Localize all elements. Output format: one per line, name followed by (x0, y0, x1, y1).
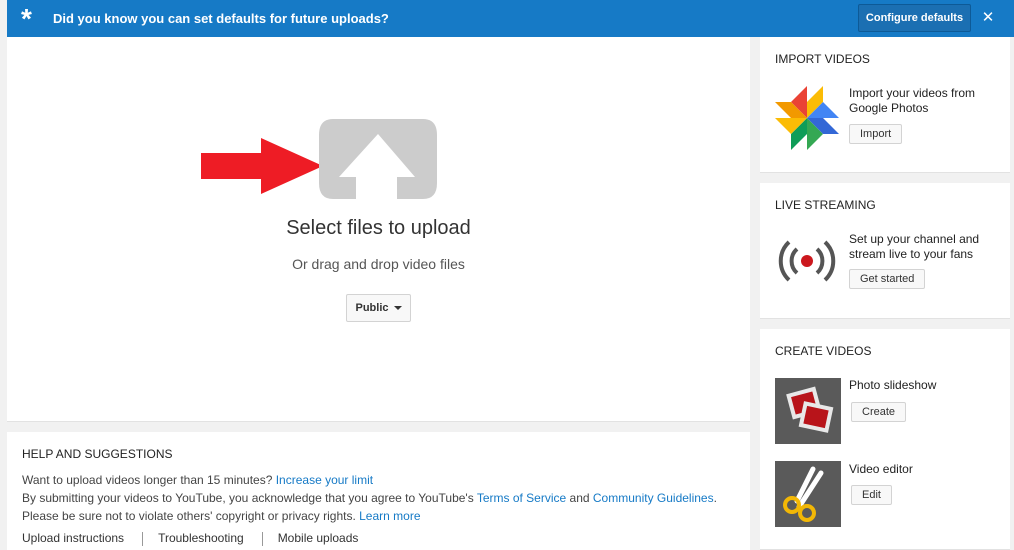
privacy-value: Public (355, 302, 389, 314)
photo-slideshow-icon (786, 386, 834, 433)
desc-line: stream live to your fans (849, 247, 974, 261)
community-guidelines-link[interactable]: Community Guidelines (593, 491, 714, 505)
help-line-limit: Want to upload videos longer than 15 min… (22, 473, 373, 487)
import-videos-title: IMPORT VIDEOS (775, 52, 870, 66)
troubleshooting-link[interactable]: Troubleshooting (158, 531, 244, 545)
help-and-suggestions: HELP AND SUGGESTIONS Want to upload vide… (7, 432, 750, 550)
terms-of-service-link[interactable]: Terms of Service (477, 491, 566, 505)
help-line-terms: By submitting your videos to YouTube, yo… (22, 491, 717, 505)
live-streaming-card: LIVE STREAMING Set up your channel and s… (760, 183, 1010, 319)
divider (261, 531, 263, 546)
help-line-copyright: Please be sure not to violate others' co… (22, 509, 421, 523)
help-links: Upload instructions Troubleshooting Mobile… (22, 531, 358, 546)
help-text: By submitting your videos to YouTube, yo… (22, 491, 477, 505)
get-started-button[interactable]: Get started (849, 269, 926, 289)
learn-more-link[interactable]: Learn more (359, 509, 420, 523)
upload-area[interactable]: Select files to upload Or drag and drop … (7, 37, 750, 422)
help-text: Please be sure not to violate others' co… (22, 509, 360, 523)
caret-down-icon (393, 306, 402, 311)
live-broadcast-icon (778, 240, 836, 282)
create-videos-card: CREATE VIDEOS Photo slideshow Create Vid… (760, 329, 1010, 550)
edit-video-button[interactable]: Edit (851, 485, 892, 505)
desc-line: Set up your channel and (849, 232, 980, 246)
live-description: Set up your channel and stream live to y… (849, 232, 979, 262)
import-videos-card: IMPORT VIDEOS Import your videos from Go… (760, 37, 1010, 173)
desc-line: Import your videos from (849, 86, 976, 100)
mobile-uploads-link[interactable]: Mobile uploads (278, 531, 359, 545)
create-slideshow-button[interactable]: Create (851, 402, 907, 422)
close-icon[interactable]: ✕ (980, 9, 996, 27)
increase-limit-link[interactable]: Increase your limit (276, 473, 373, 487)
import-description: Import your videos from Google Photos (849, 86, 975, 116)
desc-line: Google Photos (849, 101, 929, 115)
create-videos-title: CREATE VIDEOS (775, 344, 872, 358)
asterisk-icon: * (21, 3, 32, 34)
google-photos-icon (775, 86, 839, 150)
scissors-icon (783, 466, 824, 522)
video-editor-label: Video editor (849, 462, 913, 476)
import-button[interactable]: Import (849, 124, 903, 144)
drag-drop-hint: Or drag and drop video files (292, 256, 465, 272)
photo-slideshow-label: Photo slideshow (849, 378, 937, 392)
red-arrow-icon (201, 138, 323, 194)
help-text: Want to upload videos longer than 15 min… (22, 473, 276, 487)
defaults-banner: * Did you know you can set defaults for … (7, 0, 1014, 37)
upload-instructions-link[interactable]: Upload instructions (22, 531, 124, 545)
banner-message: Did you know you can set defaults for fu… (53, 11, 389, 26)
privacy-dropdown[interactable]: Public (346, 294, 411, 322)
configure-defaults-button[interactable]: Configure defaults (858, 4, 971, 32)
help-title: HELP AND SUGGESTIONS (22, 447, 173, 461)
live-streaming-title: LIVE STREAMING (775, 198, 876, 212)
select-files-title[interactable]: Select files to upload (7, 217, 750, 240)
help-text: and (566, 491, 593, 505)
divider (142, 531, 144, 546)
help-text: . (713, 491, 717, 505)
photo-slideshow-thumbnail[interactable] (775, 378, 841, 444)
video-editor-thumbnail[interactable] (775, 461, 841, 527)
upload-icon[interactable] (319, 119, 437, 199)
